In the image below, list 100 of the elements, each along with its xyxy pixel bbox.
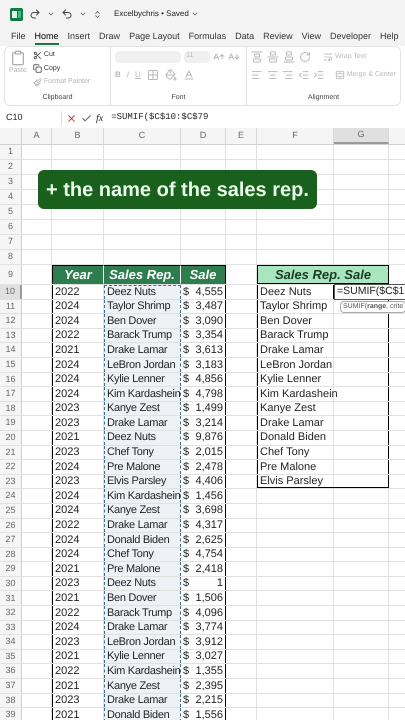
row-header[interactable]: 32: [0, 606, 22, 620]
row-header[interactable]: 15: [0, 358, 22, 372]
row-header[interactable]: 36: [0, 664, 22, 678]
borders-icon[interactable]: [146, 69, 159, 81]
row-header[interactable]: 28: [0, 548, 22, 562]
row-header[interactable]: 10: [0, 285, 22, 299]
caret-icon[interactable]: [190, 10, 199, 18]
column-header[interactable]: E: [226, 128, 257, 144]
menu-tab[interactable]: Developer: [330, 29, 372, 45]
row-header[interactable]: 7: [0, 235, 22, 249]
table-cell: $ 3,912: [181, 635, 226, 649]
menu-tab[interactable]: Review: [263, 29, 293, 45]
cancel-icon[interactable]: [66, 112, 77, 124]
row-header[interactable]: 30: [0, 576, 22, 590]
row-header[interactable]: 20: [0, 430, 22, 445]
table-cell: $ 3,613: [181, 343, 226, 357]
insert-function-button[interactable]: fx: [96, 110, 104, 126]
table-cell: $ 1,506: [181, 591, 226, 606]
table-cell: $ 4,555: [181, 285, 226, 299]
row-header[interactable]: 25: [0, 504, 22, 518]
row-header[interactable]: 12: [0, 314, 22, 328]
row-header[interactable]: 22: [0, 460, 22, 474]
caret-icon[interactable]: [79, 10, 87, 18]
menu-tab[interactable]: Page Layout: [129, 29, 180, 45]
menu-tab[interactable]: Insert: [68, 29, 90, 45]
table-cell: Donald Biden: [104, 533, 181, 547]
table-cell: Drake Lamar: [104, 518, 181, 532]
row-header[interactable]: 6: [0, 220, 22, 234]
decrease-indent-icon[interactable]: [298, 69, 310, 81]
document-title[interactable]: Excelbychris • Saved: [114, 8, 189, 20]
row-header[interactable]: 21: [0, 446, 22, 460]
menu-tab[interactable]: Data: [235, 29, 254, 45]
row-header[interactable]: 35: [0, 650, 22, 664]
table-cell: $ 2,395: [181, 679, 226, 693]
row-header[interactable]: 37: [0, 679, 22, 693]
table-cell: Kylie Lenner: [104, 372, 181, 386]
caret-icon[interactable]: [47, 10, 55, 18]
table-cell: $ 4,856: [181, 372, 226, 386]
table-header-cell: Sale: [181, 265, 226, 284]
menu-tab[interactable]: Formulas: [188, 29, 226, 45]
column-header[interactable]: D: [181, 128, 226, 144]
name-box[interactable]: C10: [4, 110, 62, 126]
row-header[interactable]: 29: [0, 562, 22, 576]
menu-tab[interactable]: File: [11, 29, 26, 45]
row-header[interactable]: 14: [0, 343, 22, 357]
table-cell: Kanye Zest: [104, 679, 181, 693]
align-left-icon[interactable]: [251, 69, 263, 81]
column-header[interactable]: G: [334, 128, 389, 144]
scissors-icon: [32, 50, 42, 60]
paintbrush-icon: [32, 78, 42, 87]
menu-tab[interactable]: Help: [380, 29, 399, 45]
table-cell: Barack Trump: [104, 328, 181, 342]
row-header[interactable]: 1: [0, 145, 22, 159]
align-center-icon[interactable]: [266, 69, 278, 81]
row-header[interactable]: 39: [0, 708, 22, 720]
row-header[interactable]: 2: [0, 160, 22, 174]
align-bottom-icon[interactable]: [283, 51, 295, 63]
increase-indent-icon[interactable]: [313, 69, 325, 81]
font-color-icon[interactable]: [182, 69, 195, 81]
menu-tab[interactable]: Draw: [99, 29, 120, 45]
table-header-cell: Sales Rep. Sale: [257, 265, 389, 284]
table-cell: Pre Malone: [104, 460, 181, 474]
column-header[interactable]: A: [22, 128, 52, 144]
customize-icon[interactable]: [93, 10, 102, 18]
orientation-icon[interactable]: [299, 51, 311, 63]
column-header[interactable]: B: [52, 128, 104, 144]
table-cell: $ 3,027: [181, 650, 226, 664]
row-header[interactable]: 4: [0, 190, 22, 204]
row-header[interactable]: 24: [0, 489, 22, 503]
fill-color-icon[interactable]: [164, 69, 177, 81]
row-header[interactable]: 26: [0, 518, 22, 532]
table-cell: LeBron Jordan: [104, 358, 181, 372]
align-middle-icon[interactable]: [267, 51, 279, 63]
menu-tab[interactable]: View: [302, 29, 322, 45]
row-header[interactable]: 3: [0, 175, 22, 189]
column-header[interactable]: C: [104, 128, 181, 144]
row-header[interactable]: 27: [0, 533, 22, 547]
row-header[interactable]: 5: [0, 205, 22, 219]
row-header[interactable]: 19: [0, 416, 22, 430]
row-header[interactable]: 34: [0, 635, 22, 649]
align-right-icon[interactable]: [282, 69, 294, 81]
row-header[interactable]: 23: [0, 474, 22, 488]
enter-icon[interactable]: [81, 112, 92, 124]
row-header[interactable]: 8: [0, 250, 22, 264]
editing-cell[interactable]: =SUMIF($C$1: [334, 284, 405, 300]
undo-icon[interactable]: [61, 8, 73, 20]
row-header[interactable]: 16: [0, 372, 22, 386]
row-header[interactable]: 17: [0, 387, 22, 401]
row-header[interactable]: 13: [0, 328, 22, 342]
table-cell: LeBron Jordan: [257, 358, 389, 372]
align-top-icon[interactable]: [251, 51, 263, 63]
row-header[interactable]: 38: [0, 694, 22, 708]
row-header[interactable]: 9: [0, 265, 22, 284]
row-header[interactable]: 18: [0, 402, 22, 416]
table-cell: $ 4,096: [181, 606, 226, 620]
row-header[interactable]: 11: [0, 300, 22, 314]
row-header[interactable]: 33: [0, 620, 22, 634]
app-logo-icon: [10, 8, 23, 20]
redo-icon[interactable]: [29, 8, 41, 20]
row-header[interactable]: 31: [0, 591, 22, 606]
